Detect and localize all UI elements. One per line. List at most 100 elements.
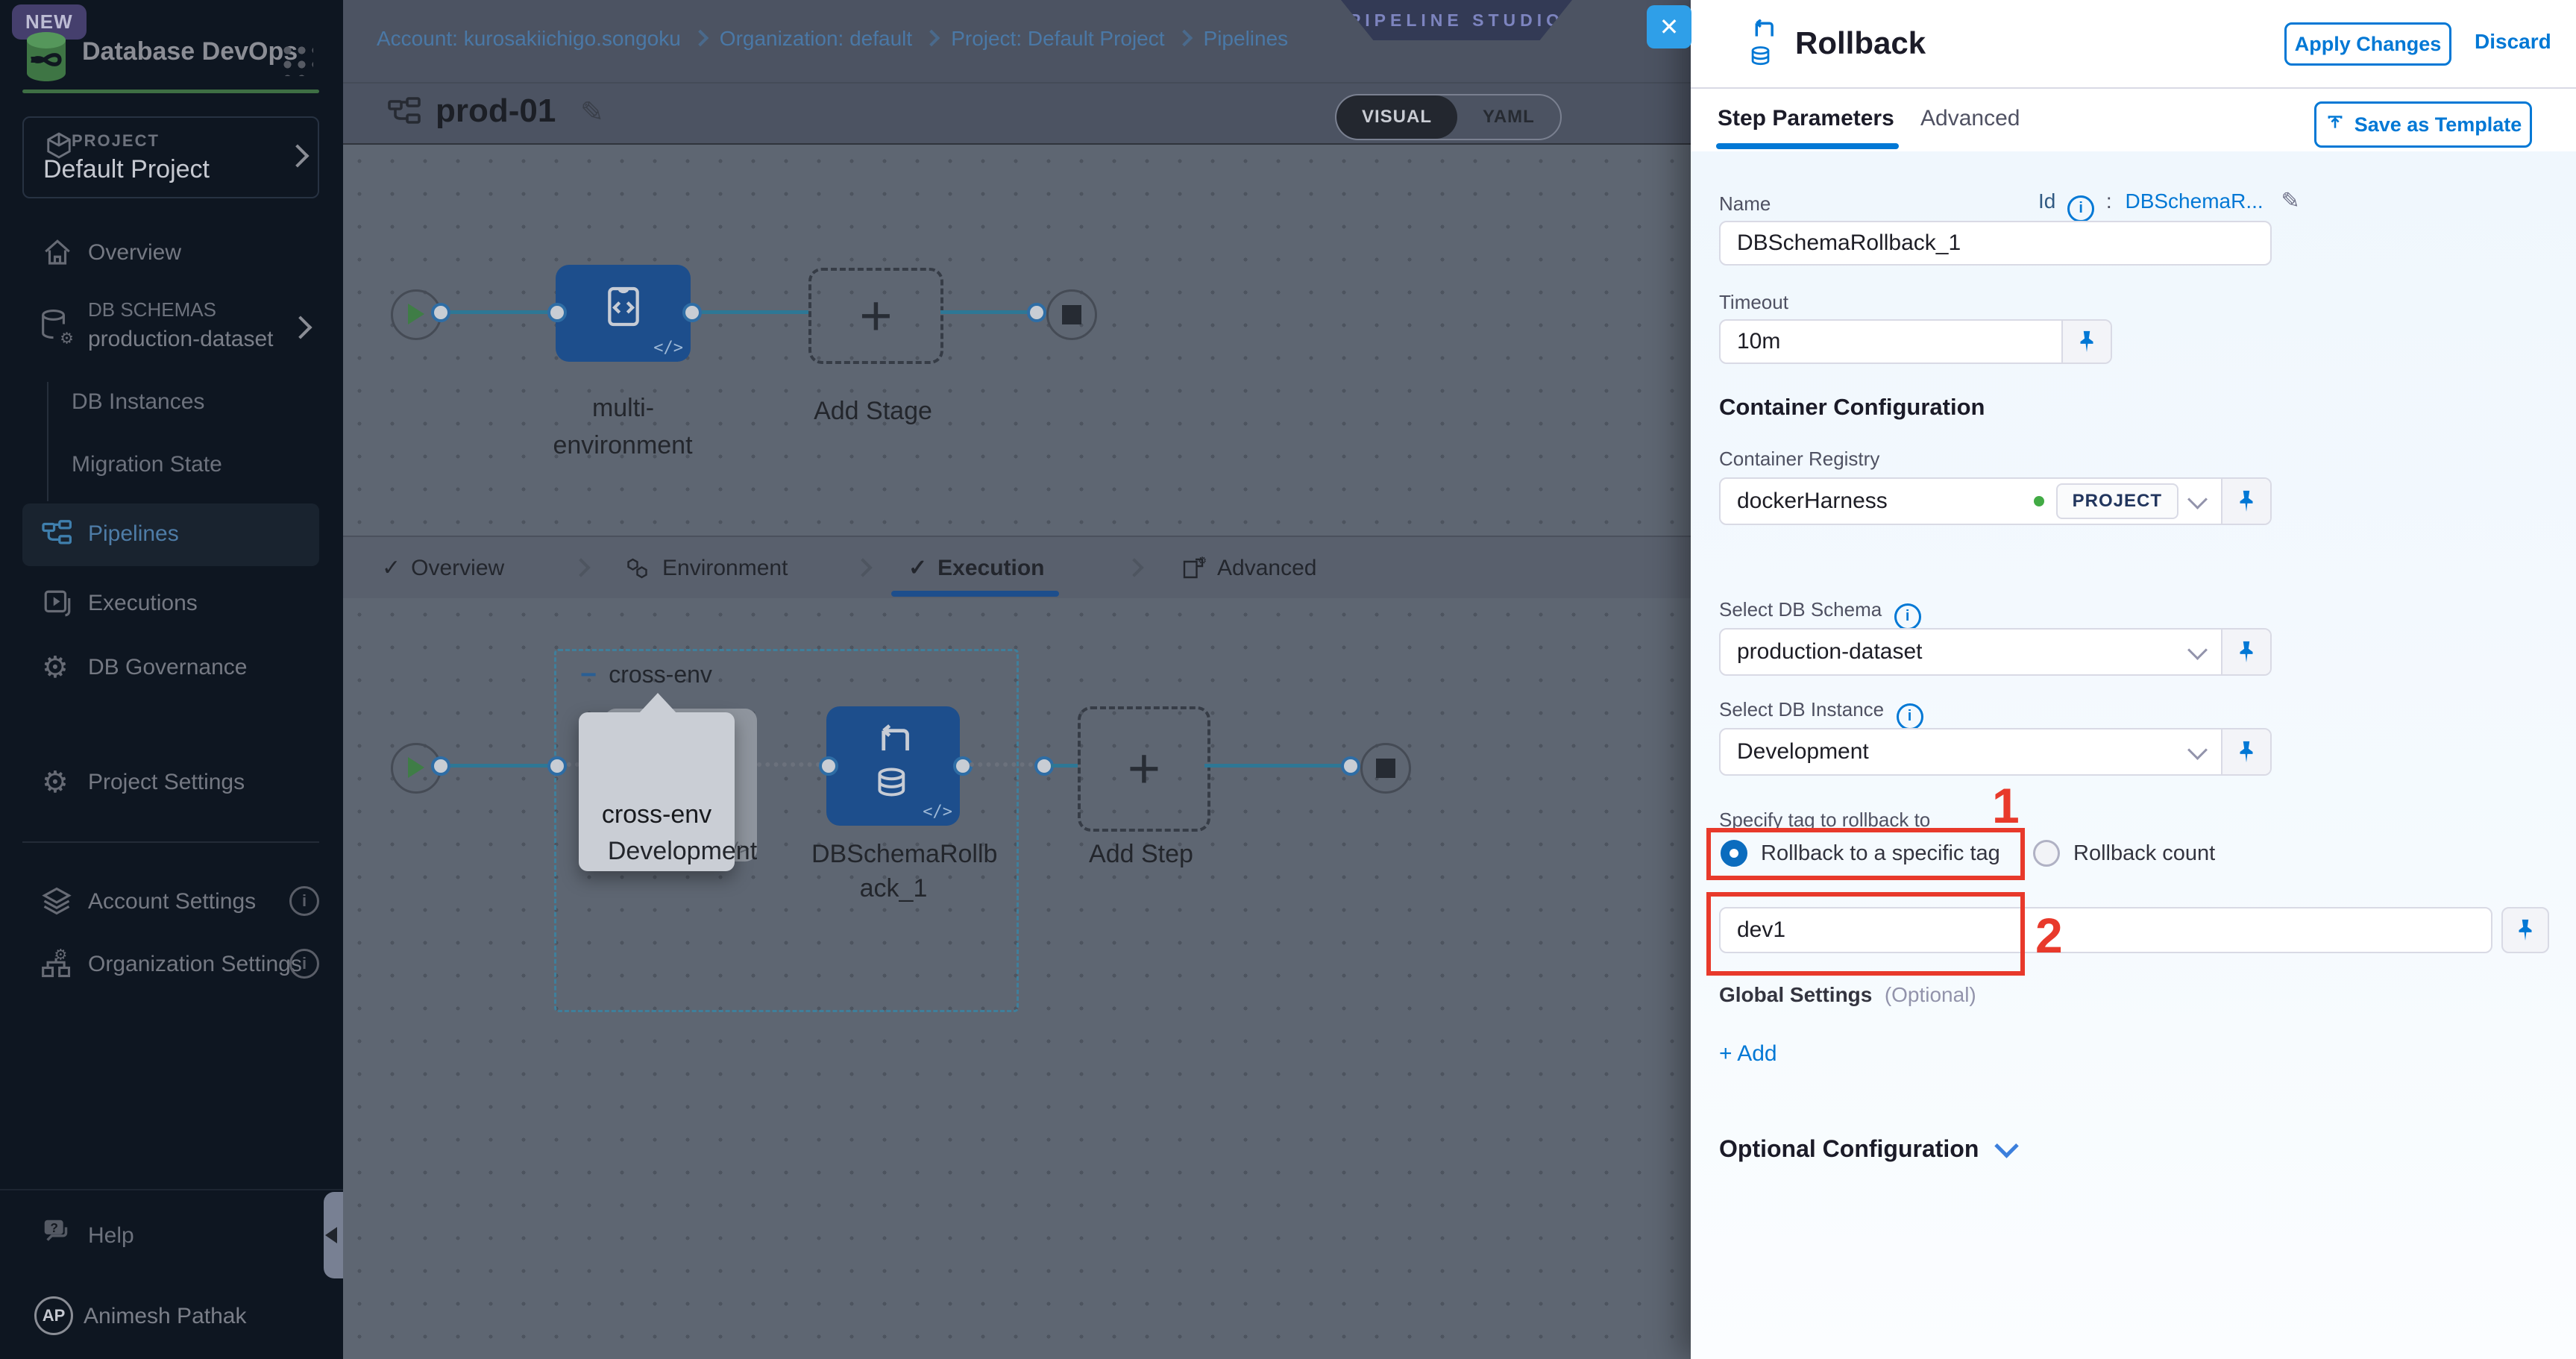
toggle-visual[interactable]: VISUAL [1336, 95, 1457, 139]
execution-end-node[interactable] [1360, 743, 1411, 794]
development-label[interactable]: Development [589, 837, 776, 866]
annotation-2: 2 [2035, 907, 2063, 964]
breadcrumb-project[interactable]: Project: Default Project [951, 27, 1164, 50]
tab-environment[interactable]: Environment [625, 555, 788, 582]
avatar[interactable]: AP [34, 1296, 73, 1335]
executions-icon [42, 588, 73, 619]
breadcrumb-org[interactable]: Organization: default [720, 27, 912, 50]
stage-label-line1[interactable]: multi- [556, 394, 691, 423]
help-icon: ? [40, 1216, 75, 1250]
tab-advanced-panel[interactable]: Advanced [1920, 106, 2020, 131]
pin-icon [2234, 489, 2259, 514]
tooltip-caret [638, 693, 677, 714]
edit-pencil-icon[interactable]: ✎ [580, 95, 604, 129]
stage-node-multi-environment[interactable]: </> [556, 265, 691, 362]
sidebar-item-db-instances[interactable]: DB Instances [72, 389, 204, 415]
add-stage-label[interactable]: Add Stage [808, 397, 937, 426]
code-tag: </> [923, 803, 952, 821]
stop-icon [1062, 305, 1081, 324]
container-registry-group: dockerHarness PROJECT [1719, 477, 2272, 525]
id-row: Id i : DBSchemaR... ✎ [2038, 188, 2300, 222]
breadcrumb-pipelines[interactable]: Pipelines [1204, 27, 1289, 50]
db-instance-select[interactable]: Development [1721, 729, 2221, 774]
sidebar-item-db-governance[interactable]: DB Governance [88, 655, 247, 680]
flow-line [702, 310, 808, 314]
sidebar-item-help[interactable]: Help [88, 1223, 134, 1249]
radio-unselected-icon [2033, 840, 2060, 867]
check-icon: ✓ [382, 555, 400, 581]
play-icon [408, 304, 424, 324]
tab-execution-label: Execution [937, 556, 1044, 581]
discard-button[interactable]: Discard [2475, 30, 2551, 54]
runtime-pin-button[interactable] [2501, 907, 2549, 953]
pipeline-end-node[interactable] [1046, 289, 1097, 340]
connectivity-dot [2034, 496, 2044, 506]
sidebar-collapse-handle[interactable] [324, 1192, 343, 1278]
connector-dot[interactable] [819, 756, 838, 776]
connector-dot[interactable] [1341, 756, 1360, 776]
toggle-yaml[interactable]: YAML [1457, 95, 1560, 139]
connector-dot[interactable] [547, 756, 567, 776]
runtime-pin-button[interactable] [2221, 729, 2270, 774]
app-logo-icon[interactable] [21, 30, 72, 85]
step-label-line1[interactable]: DBSchemaRollb [811, 840, 976, 869]
sidebar-item-project-settings[interactable]: Project Settings [88, 770, 245, 795]
chevron-down-icon [2187, 740, 2208, 760]
dbschemas-chevron-icon[interactable] [289, 316, 312, 339]
tab-execution[interactable]: ✓Execution [908, 555, 1045, 581]
tab-advanced[interactable]: ⚙ Advanced [1180, 555, 1316, 582]
runtime-pin-button[interactable] [2061, 321, 2111, 362]
runtime-pin-button[interactable] [2221, 630, 2270, 674]
db-schema-select[interactable]: production-dataset [1721, 630, 2221, 674]
step-label-line2[interactable]: ack_1 [811, 874, 976, 903]
app-switcher-icon[interactable] [279, 42, 313, 76]
sidebar-item-migration-state[interactable]: Migration State [72, 452, 222, 477]
connector-dot[interactable] [431, 303, 450, 322]
tab-environment-label: Environment [662, 556, 788, 581]
sidebar-item-organization-settings[interactable]: Organization Settings [88, 952, 302, 977]
tooltip-text: cross-env [579, 800, 735, 829]
add-stage-button[interactable]: + [808, 268, 943, 364]
sidebar-item-pipelines[interactable]: Pipelines [22, 503, 319, 566]
project-name: Default Project [43, 155, 210, 184]
radio-rollback-count-label: Rollback count [2073, 841, 2215, 866]
pin-icon [2234, 639, 2259, 665]
stage-label-line2[interactable]: environment [522, 431, 723, 460]
db-instance-value: Development [1737, 739, 2178, 765]
sidebar-item-dbschemas-value[interactable]: production-dataset [88, 327, 274, 352]
name-input[interactable] [1719, 221, 2272, 266]
add-step-label[interactable]: Add Step [1078, 840, 1204, 869]
connector-dot[interactable] [431, 756, 450, 776]
breadcrumb-account[interactable]: Account: kurosakiichigo.songoku [377, 27, 681, 50]
close-drawer-button[interactable]: ✕ [1647, 5, 1691, 48]
apply-changes-button[interactable]: Apply Changes [2284, 22, 2451, 66]
container-registry-select[interactable]: dockerHarness PROJECT [1721, 479, 2221, 524]
collapse-minus-icon[interactable]: − [580, 667, 597, 683]
group-header[interactable]: − cross-env [580, 661, 712, 688]
tab-step-parameters[interactable]: Step Parameters [1718, 106, 1894, 131]
timeout-input[interactable]: 10m [1721, 321, 2061, 362]
connector-dot[interactable] [547, 303, 567, 322]
sidebar-item-account-settings[interactable]: Account Settings [88, 889, 256, 914]
optional-configuration-toggle[interactable]: Optional Configuration [1719, 1135, 2015, 1163]
connector-dot[interactable] [682, 303, 702, 322]
container-configuration-heading: Container Configuration [1719, 394, 1985, 421]
user-name[interactable]: Animesh Pathak [84, 1304, 246, 1329]
flow-line [940, 310, 1027, 314]
sidebar-item-executions[interactable]: Executions [88, 591, 198, 616]
tab-overview[interactable]: ✓Overview [382, 555, 504, 581]
save-as-template-button[interactable]: Save as Template [2314, 101, 2532, 148]
upload-icon [2325, 114, 2346, 135]
edit-pencil-icon[interactable]: ✎ [2281, 189, 2299, 213]
sidebar-item-dbschemas[interactable]: DB SCHEMAS [88, 298, 216, 321]
radio-rollback-count[interactable]: Rollback count [2033, 840, 2215, 867]
runtime-pin-button[interactable] [2221, 479, 2270, 524]
add-step-button[interactable]: + [1078, 706, 1210, 832]
sidebar-item-overview[interactable]: Overview [88, 240, 181, 266]
stage-canvas[interactable] [343, 145, 1691, 536]
step-node-dbschemarollback[interactable]: </> [826, 706, 960, 826]
add-global-setting-link[interactable]: + Add [1719, 1041, 1777, 1067]
connector-dot[interactable] [1027, 303, 1046, 322]
flow-line [450, 764, 554, 768]
info-icon: i [2067, 195, 2094, 222]
